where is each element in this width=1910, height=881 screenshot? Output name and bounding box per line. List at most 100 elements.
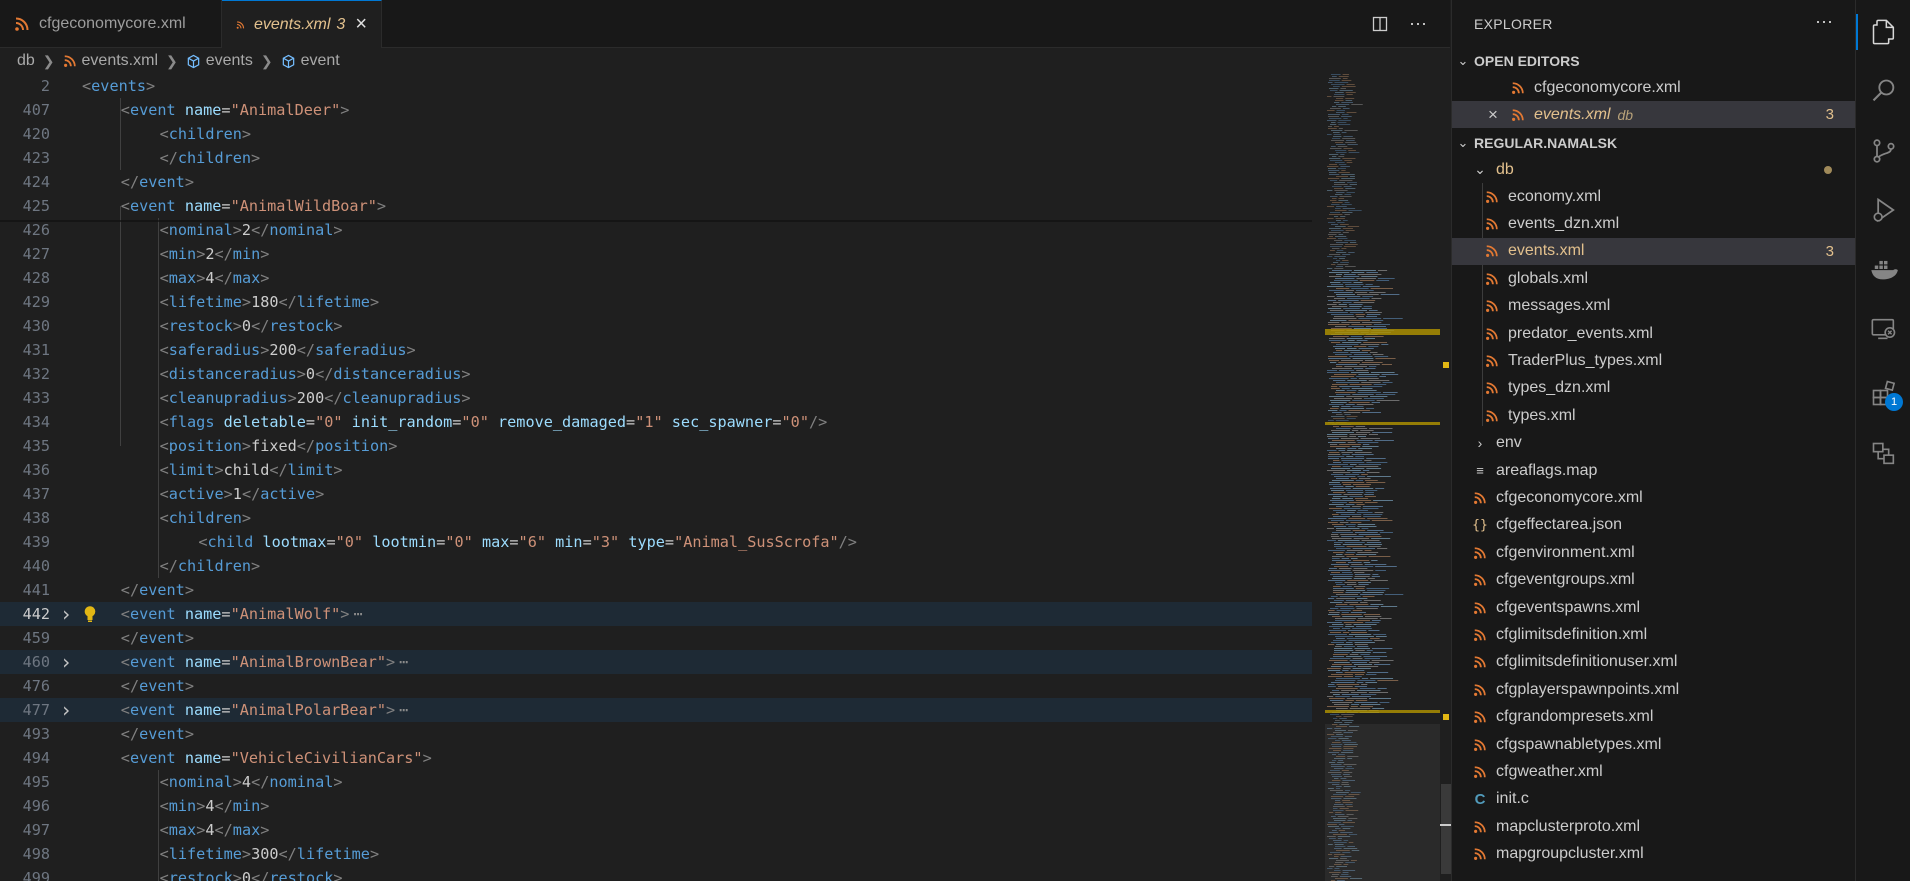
file-item[interactable]: cfglimitsdefinition.xml bbox=[1452, 621, 1856, 648]
folder-db[interactable]: ⌄ db bbox=[1452, 156, 1856, 183]
code-line[interactable]: 429 <lifetime>180</lifetime> bbox=[0, 290, 1312, 314]
code-line[interactable]: 497 <max>4</max> bbox=[0, 818, 1312, 842]
gutter bbox=[50, 194, 82, 218]
fold-ellipsis[interactable]: ⋯ bbox=[399, 701, 408, 719]
remote-explorer-icon[interactable] bbox=[1856, 305, 1910, 353]
code-line[interactable]: 459 </event> bbox=[0, 626, 1312, 650]
file-item[interactable]: economy.xml bbox=[1452, 183, 1856, 210]
file-item[interactable]: cfgspawnabletypes.xml bbox=[1452, 731, 1856, 758]
fold-chevron-icon[interactable]: › bbox=[60, 650, 72, 674]
code-line[interactable]: 435 <position>fixed</position> bbox=[0, 434, 1312, 458]
code-line[interactable]: 428 <max>4</max> bbox=[0, 266, 1312, 290]
search-icon[interactable] bbox=[1856, 67, 1910, 115]
code-line[interactable]: 420 <children> bbox=[0, 122, 1312, 146]
minimap-line bbox=[1338, 128, 1343, 129]
file-name: init.c bbox=[1496, 790, 1529, 808]
file-item[interactable]: globals.xml bbox=[1452, 265, 1856, 292]
minimap-line bbox=[1370, 372, 1395, 373]
close-icon[interactable]: × bbox=[355, 13, 367, 36]
file-item[interactable]: types_dzn.xml bbox=[1452, 375, 1856, 402]
code-line[interactable]: 431 <saferadius>200</saferadius> bbox=[0, 338, 1312, 362]
fold-chevron-icon[interactable]: › bbox=[60, 602, 72, 626]
docker-icon[interactable] bbox=[1856, 245, 1910, 293]
file-item[interactable]: cfglimitsdefinitionuser.xml bbox=[1452, 649, 1856, 676]
code-line[interactable]: 442 › <event name="AnimalWolf"> ⋯ bbox=[0, 602, 1312, 626]
file-item[interactable]: Cinit.c bbox=[1452, 786, 1856, 813]
file-item[interactable]: cfgrandompresets.xml bbox=[1452, 704, 1856, 731]
file-item[interactable]: types.xml bbox=[1452, 402, 1856, 429]
code-line[interactable]: 441 </event> bbox=[0, 578, 1312, 602]
code-line[interactable]: 496 <min>4</min> bbox=[0, 794, 1312, 818]
minimap-line bbox=[1336, 274, 1343, 275]
section-workspace[interactable]: ⌄ REGULAR.NAMALSK bbox=[1452, 129, 1856, 156]
fold-chevron-icon[interactable]: › bbox=[60, 698, 72, 722]
code-line[interactable]: 407 <event name="AnimalDeer"> bbox=[0, 98, 1312, 122]
file-item[interactable]: messages.xml bbox=[1452, 293, 1856, 320]
code-editor[interactable]: 2 <events> 407 <event name="AnimalDeer"> 420… bbox=[0, 74, 1312, 881]
file-item[interactable]: cfgweather.xml bbox=[1452, 758, 1856, 785]
code-line[interactable]: 498 <lifetime>300</lifetime> bbox=[0, 842, 1312, 866]
file-item[interactable]: cfgplayerspawnpoints.xml bbox=[1452, 676, 1856, 703]
file-item[interactable]: mapclusterproto.xml bbox=[1452, 813, 1856, 840]
code-line[interactable]: 440 </children> bbox=[0, 554, 1312, 578]
code-line[interactable]: 476 </event> bbox=[0, 674, 1312, 698]
tab-cfgeconomycore[interactable]: cfgeconomycore.xml bbox=[0, 0, 222, 48]
close-icon[interactable]: × bbox=[1484, 105, 1502, 125]
fold-ellipsis[interactable]: ⋯ bbox=[399, 653, 408, 671]
line-number: 437 bbox=[22, 485, 50, 503]
code-line[interactable]: 425 <event name="AnimalWildBoar"> bbox=[0, 194, 1312, 218]
section-open-editors[interactable]: ⌄ OPEN EDITORS bbox=[1452, 47, 1856, 74]
file-item[interactable]: events_dzn.xml bbox=[1452, 210, 1856, 237]
file-item[interactable]: TraderPlus_types.xml bbox=[1452, 347, 1856, 374]
code-line[interactable]: 493 </event> bbox=[0, 722, 1312, 746]
more-actions-icon[interactable]: ⋯ bbox=[1815, 12, 1833, 33]
tab-events[interactable]: events.xml 3 × bbox=[222, 0, 382, 48]
file-item[interactable]: cfgeventspawns.xml bbox=[1452, 594, 1856, 621]
minimap[interactable] bbox=[1325, 74, 1441, 881]
file-item[interactable]: mapgroupcluster.xml bbox=[1452, 841, 1856, 868]
minimap-line bbox=[1337, 222, 1345, 223]
code-line[interactable]: 430 <restock>0</restock> bbox=[0, 314, 1312, 338]
lightbulb-icon[interactable] bbox=[83, 605, 97, 623]
code-line[interactable]: 434 <flags deletable="0" init_random="0" … bbox=[0, 410, 1312, 434]
run-debug-icon[interactable] bbox=[1856, 186, 1910, 234]
code-line[interactable]: 424 </event> bbox=[0, 170, 1312, 194]
code-line[interactable]: 2 <events> bbox=[0, 74, 1312, 98]
file-item[interactable]: cfgenvironment.xml bbox=[1452, 539, 1856, 566]
extensions-icon[interactable]: 1 bbox=[1856, 370, 1910, 418]
code-line[interactable]: 437 <active>1</active> bbox=[0, 482, 1312, 506]
code-line[interactable]: 433 <cleanupradius>200</cleanupradius> bbox=[0, 386, 1312, 410]
split-editor-icon[interactable] bbox=[1370, 14, 1390, 34]
breadcrumb-events[interactable]: events bbox=[186, 52, 253, 70]
code-line[interactable]: 494 <event name="VehicleCivilianCars"> bbox=[0, 746, 1312, 770]
code-line[interactable]: 436 <limit>child</limit> bbox=[0, 458, 1312, 482]
code-line[interactable]: 423 </children> bbox=[0, 146, 1312, 170]
file-item[interactable]: {} cfgeffectarea.json bbox=[1452, 512, 1856, 539]
code-line[interactable]: 495 <nominal>4</nominal> bbox=[0, 770, 1312, 794]
open-editor-events[interactable]: × events.xml db 3 bbox=[1452, 101, 1856, 128]
breadcrumb-file[interactable]: events.xml bbox=[63, 52, 158, 70]
code-line[interactable]: 499 <restock>0</restock> bbox=[0, 866, 1312, 881]
extensions-misc-icon[interactable] bbox=[1856, 430, 1910, 478]
code-line[interactable]: 438 <children> bbox=[0, 506, 1312, 530]
code-line[interactable]: 477 › <event name="AnimalPolarBear"> ⋯ bbox=[0, 698, 1312, 722]
open-editor-cfgeconomycore[interactable]: cfgeconomycore.xml bbox=[1452, 74, 1856, 101]
file-item[interactable]: cfgeventgroups.xml bbox=[1452, 567, 1856, 594]
folder-env[interactable]: › env bbox=[1452, 430, 1856, 457]
code-line[interactable]: 427 <min>2</min> bbox=[0, 242, 1312, 266]
minimap-line bbox=[1329, 396, 1345, 397]
file-item[interactable]: predator_events.xml bbox=[1452, 320, 1856, 347]
code-line[interactable]: 439 <child lootmax="0" lootmin="0" max="6… bbox=[0, 530, 1312, 554]
file-item[interactable]: cfgeconomycore.xml bbox=[1452, 484, 1856, 511]
breadcrumb-db[interactable]: db bbox=[17, 52, 35, 70]
more-actions-icon[interactable]: ⋯ bbox=[1408, 14, 1428, 34]
code-line[interactable]: 460 › <event name="AnimalBrownBear"> ⋯ bbox=[0, 650, 1312, 674]
code-line[interactable]: 432 <distanceradius>0</distanceradius> bbox=[0, 362, 1312, 386]
fold-ellipsis[interactable]: ⋯ bbox=[353, 605, 362, 623]
file-item[interactable]: ≡ areaflags.map bbox=[1452, 457, 1856, 484]
line-number: 426 bbox=[22, 221, 50, 239]
explorer-icon[interactable] bbox=[1856, 8, 1910, 56]
file-item[interactable]: events.xml 3 bbox=[1452, 237, 1856, 265]
breadcrumb-event[interactable]: event bbox=[281, 52, 340, 70]
source-control-icon[interactable] bbox=[1856, 127, 1910, 175]
